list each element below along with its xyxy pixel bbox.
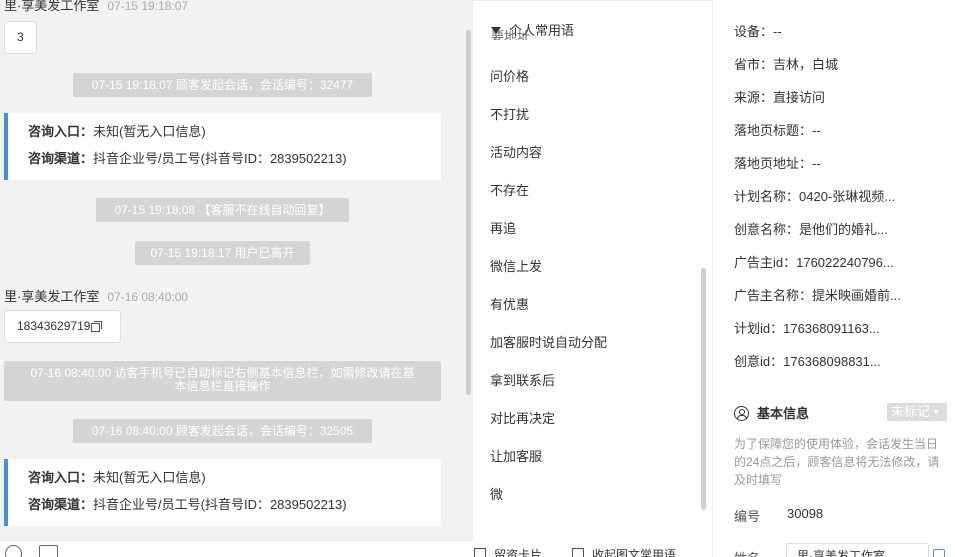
basic-info-header: 基本信息 xyxy=(734,403,809,422)
info-field: 创意名称：是他们的婚礼... xyxy=(734,222,888,237)
info-field: 来源：直接访问 xyxy=(734,90,826,105)
quick-reply-item[interactable]: 拿到联系后 xyxy=(490,370,555,389)
system-notice-line: 本信息栏直接操作 xyxy=(174,379,271,393)
quick-reply-item[interactable]: 活动内容 xyxy=(490,142,542,161)
system-notice: 07-16 08:40:00 访客手机号已自动标记右侧基本信息栏，如需修改请在基… xyxy=(4,361,441,401)
image-icon[interactable] xyxy=(39,545,58,557)
name-label: 姓名 xyxy=(734,548,760,557)
info-field: 省市：吉林，白城 xyxy=(734,57,839,72)
message-sender: 里·享美发工作室 07-16 08:40:00 xyxy=(4,286,188,305)
phone-number: 18343629719 xyxy=(17,319,91,333)
consult-card: 咨询入口：未知(暂无入口信息) 咨询渠道：抖音企业号/员工号(抖音号ID：283… xyxy=(4,459,441,526)
quick-reply-item[interactable]: 有优惠 xyxy=(490,294,529,313)
divider xyxy=(473,0,712,2)
message-bubble: 3 xyxy=(4,21,37,54)
quick-reply-item[interactable]: 再追 xyxy=(490,218,516,237)
chat-toolbar xyxy=(0,540,472,557)
lead-card-button[interactable]: 留资卡片 xyxy=(474,546,542,557)
system-notice: 07-16 08:40:00 顾客发起会话，会话编号：32505 xyxy=(73,419,372,443)
info-field: 创意id：176368098831... xyxy=(734,354,881,369)
card-icon xyxy=(474,548,486,557)
app-root: 里·享美发工作室 07-15 19:18:07 3 07-15 19:18:07 … xyxy=(0,0,955,557)
system-notice: 07-15 19:18:08 【客服不在线自动回复】 xyxy=(96,198,349,222)
caret-down-icon xyxy=(491,27,501,34)
info-field: 广告主名称：提米映画婚前... xyxy=(734,288,901,303)
quick-reply-item[interactable]: 不打扰 xyxy=(490,104,529,123)
message-time: 07-16 08:40:00 xyxy=(107,290,189,304)
id-value: 30098 xyxy=(787,506,824,521)
info-field: 落地页地址：-- xyxy=(734,156,821,171)
message-sender: 里·享美发工作室 07-15 19:18:07 xyxy=(4,0,188,14)
phone-message-bubble: 18343629719 xyxy=(4,310,121,343)
quick-reply-group-title: 个人常用语 xyxy=(509,23,575,38)
info-field: 设备：-- xyxy=(734,24,782,39)
entry-label: 咨询入口： xyxy=(28,470,94,485)
quick-reply-scrollbar[interactable] xyxy=(701,268,706,510)
entry-value: 未知(暂无入口信息) xyxy=(93,124,206,139)
channel-label: 咨询渠道： xyxy=(28,151,94,166)
chat-scrollbar[interactable] xyxy=(466,30,471,395)
quick-reply-item[interactable]: 加客服时说自动分配 xyxy=(490,332,607,351)
message-time: 07-15 19:18:07 xyxy=(107,0,189,13)
edit-icon[interactable] xyxy=(933,549,945,557)
system-notice: 07-15 19:18:17 用户已离开 xyxy=(135,241,310,265)
quick-reply-footer: 留资卡片 收起图文常用语 xyxy=(472,540,712,557)
basic-info-title: 基本信息 xyxy=(757,406,810,421)
quick-reply-item[interactable]: 问价格 xyxy=(490,66,529,85)
caret-down-icon xyxy=(933,410,940,414)
info-field: 广告主id：176022240796... xyxy=(734,255,894,270)
lead-card-label: 留资卡片 xyxy=(494,548,543,557)
info-field: 计划id：176368091163... xyxy=(734,321,880,336)
info-field: 计划名称：0420-张琳视频... xyxy=(734,189,896,204)
quick-reply-item[interactable]: 微 xyxy=(490,484,503,503)
quick-reply-item[interactable]: 对比再决定 xyxy=(490,408,555,427)
collapse-quick-replies-button[interactable]: 收起图文常用语 xyxy=(572,546,676,557)
consult-card: 咨询入口：未知(暂无入口信息) 咨询渠道：抖音企业号/员工号(抖音号ID：283… xyxy=(4,113,441,180)
name-input[interactable]: 里·享美发工作室 xyxy=(786,543,929,557)
quick-reply-panel: 要地址 个人常用语 问价格 不打扰 活动内容 不存在 再追 微信上发 有优惠 加… xyxy=(472,0,712,540)
quick-reply-item[interactable]: 不存在 xyxy=(490,180,529,199)
document-icon xyxy=(572,548,584,557)
emoji-icon[interactable] xyxy=(5,545,22,557)
id-label: 编号 xyxy=(734,509,761,524)
quick-reply-group-header[interactable]: 个人常用语 xyxy=(491,20,574,39)
collapse-label: 收起图文常用语 xyxy=(592,548,677,557)
entry-label: 咨询入口： xyxy=(28,124,94,139)
chat-panel: 里·享美发工作室 07-15 19:18:07 3 07-15 19:18:07 … xyxy=(0,0,472,540)
entry-value: 未知(暂无入口信息) xyxy=(93,470,206,485)
tag-select-value: 未标记 xyxy=(891,404,931,419)
sender-name: 里·享美发工作室 xyxy=(4,0,100,13)
info-field: 落地页标题：-- xyxy=(734,123,821,138)
sender-name: 里·享美发工作室 xyxy=(4,289,100,304)
user-icon xyxy=(734,406,749,421)
channel-value: 抖音企业号/员工号(抖音号ID：2839502213) xyxy=(93,497,347,512)
tag-select[interactable]: 未标记 xyxy=(887,403,947,421)
quick-reply-item[interactable]: 让加客服 xyxy=(490,446,542,465)
copy-icon[interactable] xyxy=(91,321,103,332)
edit-notice: 为了保障您的使用体验，会话发生当日的24点之后，顾客信息将无法修改，请及时填写 xyxy=(734,437,940,487)
system-notice: 07-15 19:18:07 顾客发起会话，会话编号：32477 xyxy=(73,73,372,97)
channel-value: 抖音企业号/员工号(抖音号ID：2839502213) xyxy=(93,151,347,166)
quick-reply-item[interactable]: 微信上发 xyxy=(490,256,542,275)
customer-info-panel: 设备：-- 省市：吉林，白城 来源：直接访问 落地页标题：-- 落地页地址：--… xyxy=(712,0,955,557)
channel-label: 咨询渠道： xyxy=(28,497,94,512)
